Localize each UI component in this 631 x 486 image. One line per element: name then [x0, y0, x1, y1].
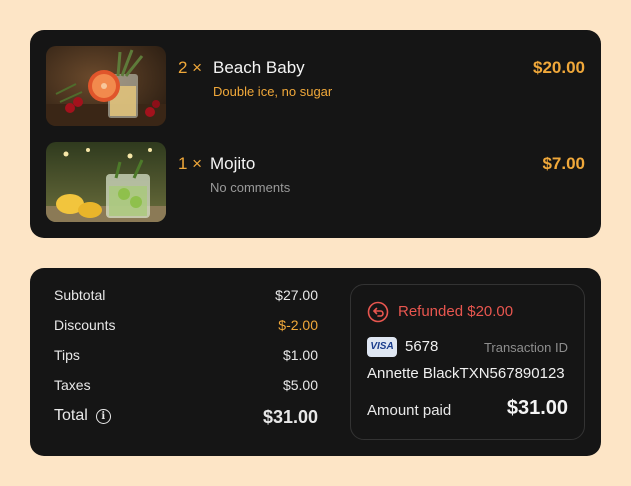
tips-label: Tips: [54, 347, 80, 363]
amount-paid-label: Amount paid: [367, 402, 452, 419]
item-name: Mojito: [210, 154, 256, 173]
visa-card-icon: VISA: [367, 337, 397, 357]
refund-icon: [367, 301, 389, 323]
amount-paid-value: $31.00: [506, 397, 568, 419]
beach-baby-image: [46, 46, 166, 126]
taxes-label: Taxes: [54, 377, 91, 393]
total-label-wrap: Total i: [54, 407, 111, 425]
discounts-row: Discounts $-2.00: [54, 317, 318, 337]
info-icon[interactable]: i: [95, 409, 111, 424]
taxes-row: Taxes $5.00: [54, 377, 318, 397]
total-label: Total: [54, 407, 88, 424]
item-note: Double ice, no sugar: [213, 84, 333, 99]
order-items-card: 2 × Beach Baby Double ice, no sugar $20.…: [30, 30, 601, 238]
subtotal-label: Subtotal: [54, 287, 106, 303]
taxes-value: $5.00: [282, 377, 318, 393]
order-summary-card: Subtotal $27.00 Discounts $-2.00 Tips $1…: [30, 268, 601, 456]
total-value: $31.00: [262, 407, 318, 427]
tips-value: $1.00: [282, 347, 318, 363]
discounts-label: Discounts: [54, 317, 116, 333]
item-price: $7.00: [542, 154, 585, 173]
mojito-image: [46, 142, 166, 222]
discounts-value: $-2.00: [278, 317, 318, 333]
total-row: Total i $31.00: [54, 407, 318, 427]
tips-row: Tips $1.00: [54, 347, 318, 367]
refund-status: Refunded $20.00: [398, 303, 514, 320]
item-note: No comments: [210, 180, 291, 195]
item-price: $20.00: [533, 58, 585, 77]
item-name: Beach Baby: [213, 58, 305, 77]
subtotal-row: Subtotal $27.00: [54, 287, 318, 307]
item-quantity: 1 ×: [178, 154, 203, 173]
payment-details: Refunded $20.00 VISA 5678 Transaction ID…: [350, 284, 585, 440]
item-quantity: 2 ×: [178, 58, 203, 77]
cardholder-transaction-id: Annette BlackTXN567890123: [367, 365, 565, 382]
transaction-id-label: Transaction ID: [483, 340, 568, 355]
card-last4: 5678: [405, 338, 439, 355]
subtotal-value: $27.00: [275, 287, 318, 303]
